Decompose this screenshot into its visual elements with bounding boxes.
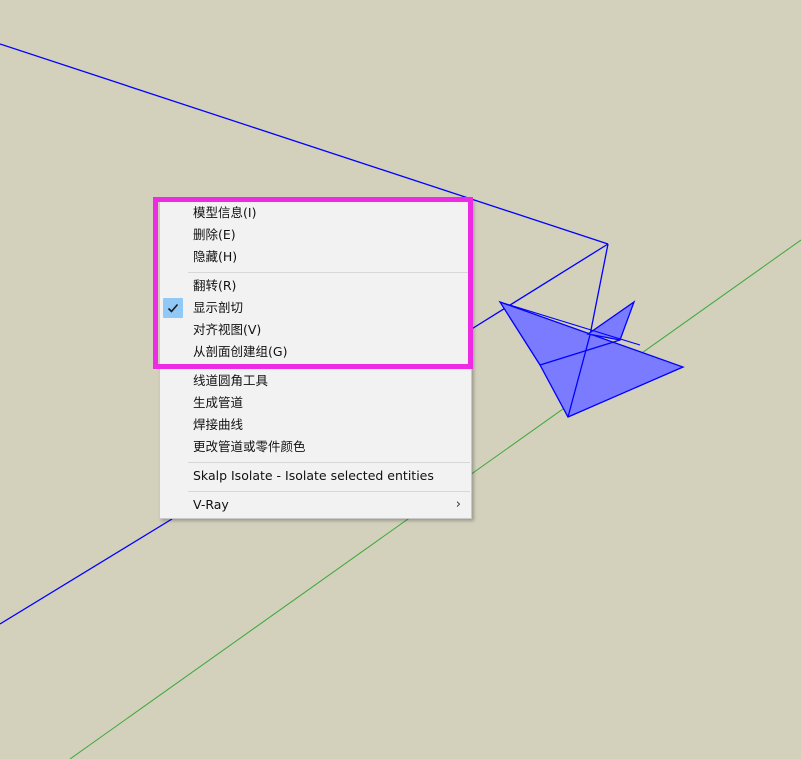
menu-item-skalp-isolate[interactable]: Skalp Isolate - Isolate selected entitie…	[160, 465, 471, 487]
menu-separator	[188, 462, 470, 463]
menu-item-fillet-tool[interactable]: 线道圆角工具	[160, 370, 471, 392]
menu-item-generate-pipe[interactable]: 生成管道	[160, 392, 471, 414]
menu-item-label: Skalp Isolate - Isolate selected entitie…	[193, 468, 434, 483]
menu-item-weld-curves[interactable]: 焊接曲线	[160, 414, 471, 436]
menu-item-label: V-Ray	[193, 497, 229, 512]
chevron-right-icon: ›	[455, 497, 461, 512]
menu-item-label: 生成管道	[193, 395, 244, 410]
section-arrow-face	[498, 300, 685, 418]
highlight-annotation-box	[153, 197, 473, 369]
section-edge-bottom	[0, 518, 173, 625]
menu-item-vray[interactable]: V-Ray ›	[160, 494, 471, 516]
menu-separator	[188, 491, 470, 492]
menu-item-label: 焊接曲线	[193, 417, 244, 432]
menu-item-label: 线道圆角工具	[193, 373, 269, 388]
menu-item-label: 更改管道或零件颜色	[193, 439, 306, 454]
menu-item-change-pipe-color[interactable]: 更改管道或零件颜色	[160, 436, 471, 458]
